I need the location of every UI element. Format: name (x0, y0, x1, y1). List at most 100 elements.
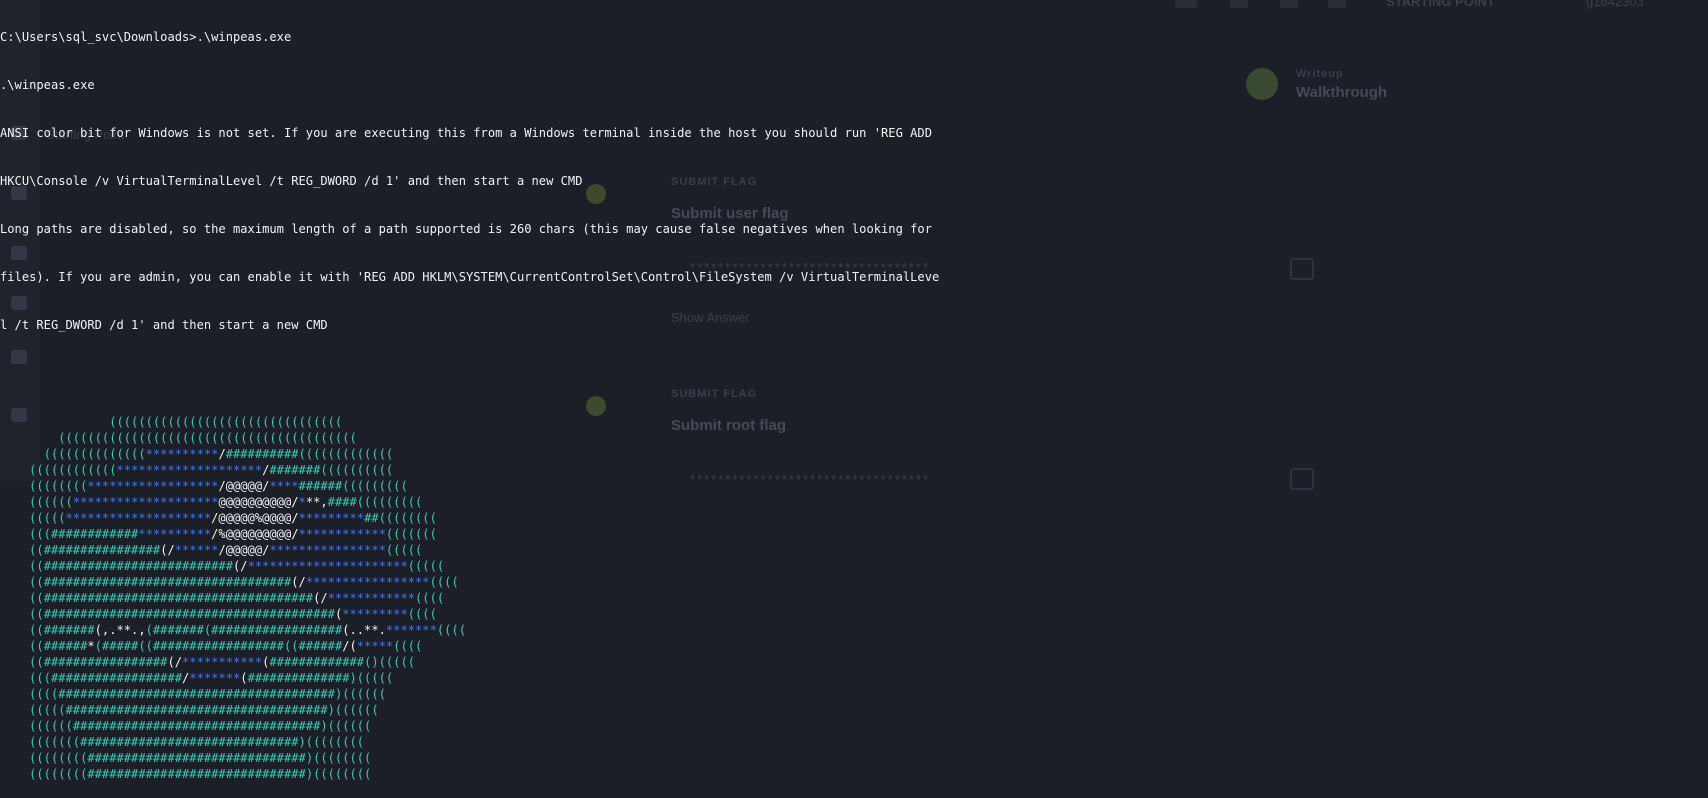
ascii-art-segment: )((((( (349, 671, 394, 685)
ascii-art-segment (0, 735, 29, 749)
ascii-art-row: ((((####################################… (0, 686, 1708, 702)
ascii-art-segment: ################# (43, 655, 168, 669)
ascii-art-segment: ###################################### (58, 687, 335, 701)
ascii-art-segment: ## (364, 511, 379, 525)
ascii-art-segment: )(((((((( (305, 751, 372, 765)
ascii-art-row: ((#####################################(… (0, 590, 1708, 606)
ascii-art-segment: ( (240, 671, 248, 685)
ascii-art-segment: (( (29, 575, 44, 589)
ascii-art-segment (0, 559, 29, 573)
terminal-warning-line: ANSI color bit for Windows is not set. I… (0, 126, 932, 140)
ascii-art-segment (0, 655, 29, 669)
ascii-art-row: ((##########################(/**********… (0, 558, 1708, 574)
ascii-art-row: ((#######(,.**.,(#######(###############… (0, 622, 1708, 638)
ascii-art-segment (0, 527, 29, 541)
ascii-art-segment (0, 431, 58, 445)
ascii-art-segment: /%@@@@@@@@@/ (211, 527, 299, 541)
ascii-art-segment: ***** (356, 639, 394, 653)
ascii-art-segment (0, 607, 29, 621)
ascii-art-segment: (,.**., (94, 623, 146, 637)
ascii-art-segment: (/ (167, 655, 183, 669)
ascii-art-segment: (((((( (29, 719, 73, 733)
ascii-art-row: ((((((((((((((**********/##########(((((… (0, 446, 1708, 462)
ascii-art-segment: (( (283, 639, 299, 653)
ascii-art-segment: (((( (436, 623, 466, 637)
ascii-art-segment: (((( (407, 607, 437, 621)
ascii-art-segment: ******************** (116, 463, 263, 477)
ascii-art-segment: ()((((( (364, 655, 416, 669)
terminal-warning-line: files). If you are admin, you can enable… (0, 270, 940, 284)
ascii-art-segment: ((((((((( (356, 495, 423, 509)
ascii-art-segment: ************ (327, 591, 416, 605)
ascii-art-segment: ********* (298, 511, 365, 525)
ascii-art-segment: ******* (189, 671, 241, 685)
ascii-art-segment: ************ (298, 527, 386, 541)
ascii-art-segment (0, 495, 29, 509)
ascii-art-segment: ((( (29, 671, 51, 685)
ascii-art-segment (0, 671, 29, 685)
ascii-art-segment: (( (29, 655, 44, 669)
ascii-art-segment: (((((( (29, 495, 73, 509)
ascii-art-segment: ((((((( (29, 735, 81, 749)
ascii-art-segment: ############# (269, 655, 365, 669)
ascii-art-row: ((((((********************@@@@@@@@@@/***… (0, 494, 1708, 510)
ascii-art-segment: ******************** (65, 511, 212, 525)
ascii-art-segment: /@@@@@/ (218, 479, 270, 493)
ascii-art-segment: ((((((( (385, 527, 437, 541)
ascii-art-segment: ####### (269, 463, 321, 477)
ascii-art-segment: ****************** (87, 479, 219, 493)
ascii-art-segment (0, 623, 29, 637)
ascii-art-segment: (( (29, 559, 44, 573)
ascii-art-segment: (((((((( (29, 767, 88, 781)
ascii-art-segment: ( (145, 623, 153, 637)
ascii-art-segment: (( (29, 591, 44, 605)
ascii-art-segment: ((((((((((((((((((((((((((((((((((((((((… (58, 431, 357, 445)
ascii-art-segment: ********** (138, 527, 212, 541)
ascii-art-row: ((((((((******************/@@@@@/****###… (0, 478, 1708, 494)
ascii-art-segment (0, 511, 29, 525)
ascii-art-segment: ############################## (80, 735, 299, 749)
winpeas-ascii-logo: (((((((((((((((((((((((((((((((( (((((((… (0, 414, 1708, 782)
terminal-output[interactable]: C:\Users\sql_svc\Downloads>.\winpeas.exe… (0, 0, 1708, 781)
ascii-art-segment: / (182, 671, 190, 685)
ascii-art-segment: ####### (152, 623, 204, 637)
ascii-art-segment: (((((((( (29, 479, 88, 493)
ascii-art-segment (0, 639, 29, 653)
ascii-art-segment: **************** (269, 543, 386, 557)
ascii-art-segment: (((((((((((((( (43, 447, 146, 461)
ascii-art-segment: ( (262, 655, 270, 669)
ascii-art-segment: , (320, 495, 328, 509)
ascii-art-segment (0, 767, 29, 781)
ascii-art-segment: )(((((( (334, 687, 386, 701)
ascii-art-row: (((((((##############################)((… (0, 734, 1708, 750)
ascii-art-segment: (((((((((( (320, 463, 394, 477)
ascii-art-row: ((##################################(/**… (0, 574, 1708, 590)
ascii-art-row: (((############**********/%@@@@@@@@@/***… (0, 526, 1708, 542)
ascii-art-segment: (..**. (342, 623, 386, 637)
ascii-art-segment: ############## (247, 671, 350, 685)
terminal-command-line: C:\Users\sql_svc\Downloads>.\winpeas.exe (0, 30, 292, 44)
ascii-art-segment: ########################## (43, 559, 233, 573)
ascii-art-segment: ################################## (72, 719, 321, 733)
ascii-art-segment: /@@@@@/ (218, 543, 270, 557)
ascii-art-segment: (((((((((((((((((((((((((((((((( (109, 415, 343, 429)
terminal-warning-line: HKCU\Console /v VirtualTerminalLevel /t … (0, 174, 583, 188)
ascii-art-segment: (/ (313, 591, 328, 605)
ascii-art-segment (0, 719, 29, 733)
terminal-warning-line: l /t REG_DWORD /d 1' and then start a ne… (0, 318, 328, 332)
ascii-art-row: ((######*(#####((##################((###… (0, 638, 1708, 654)
ascii-art-segment: * (298, 495, 306, 509)
ascii-art-segment: ********* (342, 607, 408, 621)
ascii-art-segment: ################## (152, 639, 284, 653)
ascii-art-segment: (( (138, 639, 153, 653)
ascii-art-segment: ** (305, 495, 321, 509)
ascii-art-segment: #################################### (65, 703, 328, 717)
ascii-art-segment (0, 543, 29, 557)
ascii-art-segment: )(((((( (327, 703, 379, 717)
ascii-art-row: ((((((((##############################)(… (0, 750, 1708, 766)
ascii-art-segment: ###### (298, 479, 343, 493)
ascii-art-segment: ( (94, 639, 102, 653)
ascii-art-segment: ((((((((((((( (298, 447, 394, 461)
ascii-art-segment: ((((( (407, 559, 445, 573)
